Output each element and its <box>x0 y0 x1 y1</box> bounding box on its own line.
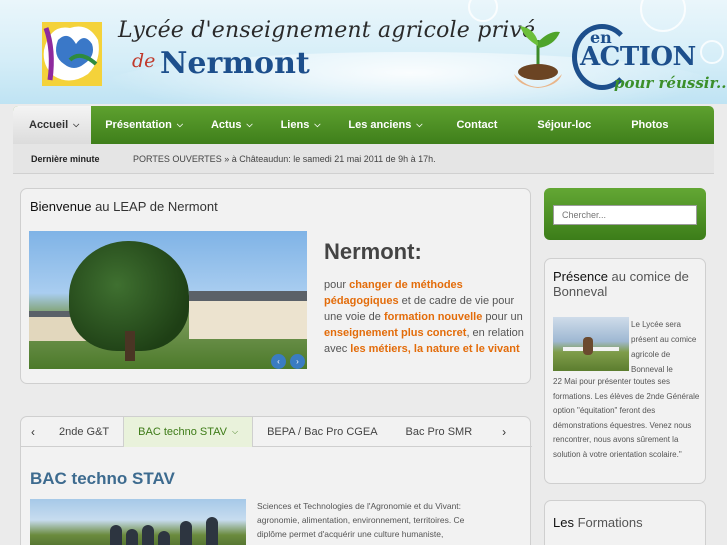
slide-prev-button[interactable]: ‹ <box>271 354 286 369</box>
welcome-panel: Bienvenue au LEAP de Nermont ‹ › Nermont… <box>20 188 531 384</box>
horse <box>583 337 593 355</box>
site-title-de: de <box>132 50 156 72</box>
students-photo <box>30 499 246 545</box>
formations-panel: Les Formations <box>544 500 706 545</box>
person <box>126 529 138 545</box>
chevron-down-icon: ⌵ <box>232 426 239 436</box>
person <box>142 525 154 545</box>
news-ticker: Dernière minute PORTES OUVERTES » à Chât… <box>13 144 714 174</box>
comice-photo <box>553 317 629 371</box>
site-header: Lycée d'enseignement agricole privé de N… <box>0 0 727 104</box>
nav-item-sejour-loc[interactable]: Séjour-loc <box>517 106 611 144</box>
slogan-pour-reussir: pour réussir... <box>614 74 727 92</box>
nav-item-photos[interactable]: Photos <box>611 106 688 144</box>
nav-item-les-anciens[interactable]: Les anciens ⌵ <box>334 106 436 144</box>
formations-title-strong: Les <box>553 515 574 530</box>
slide-text: pour changer de méthodes pédagogiques et… <box>324 277 534 357</box>
formations-tabs-panel: ‹ 2nde G&T BAC techno STAV ⌵ BEPA / Bac P… <box>20 416 532 545</box>
text-part: pour <box>324 279 350 291</box>
school-logo[interactable] <box>40 20 104 88</box>
nav-item-accueil[interactable]: Accueil ⌵ <box>13 106 92 144</box>
chevron-down-icon: ⌵ <box>176 120 183 129</box>
site-title-name: Nermont <box>160 46 310 81</box>
chevron-down-icon: ⌵ <box>246 120 253 129</box>
news-text[interactable]: PORTES OUVERTES » à Châteaudun: le samed… <box>133 154 436 164</box>
search-box <box>544 188 706 240</box>
tab-bepa-bac-pro-cgea[interactable]: BEPA / Bac Pro CGEA <box>253 417 391 447</box>
tab-content-text: Sciences et Technologies de l'Agronomie … <box>257 501 465 539</box>
tab-bar: ‹ 2nde G&T BAC techno STAV ⌵ BEPA / Bac P… <box>21 416 532 447</box>
tabs-prev-button[interactable]: ‹ <box>21 425 45 439</box>
nav-item-actus[interactable]: Actus ⌵ <box>197 106 267 144</box>
building-right <box>189 291 307 339</box>
tab-2nde-gt[interactable]: 2nde G&T <box>45 417 123 447</box>
nav-label: Les anciens <box>348 119 412 131</box>
nav-label: Présentation <box>105 119 172 131</box>
nav-item-contact[interactable]: Contact <box>436 106 517 144</box>
en-action-slogan: en ACTION pour réussir... <box>572 24 727 98</box>
person <box>180 521 192 545</box>
nav-item-presentation[interactable]: Présentation ⌵ <box>91 106 197 144</box>
formations-title-rest: Formations <box>573 515 643 530</box>
main-nav: Accueil ⌵ Présentation ⌵ Actus ⌵ Liens ⌵ Les… <box>13 106 714 144</box>
welcome-title: Bienvenue au LEAP de Nermont <box>30 199 218 214</box>
nav-label: Photos <box>631 119 669 131</box>
tab-label: BAC techno STAV <box>138 425 227 438</box>
search-input[interactable] <box>553 205 697 225</box>
plant-in-hands-icon <box>514 26 562 88</box>
slide-next-button[interactable]: › <box>290 354 305 369</box>
chevron-down-icon: ⌵ <box>73 120 80 129</box>
tab-bac-pro-smr[interactable]: Bac Pro SMR <box>392 417 487 447</box>
site-title-line1: Lycée d'enseignement agricole privé <box>118 18 536 43</box>
news-label: Dernière minute <box>31 153 100 164</box>
person <box>158 531 170 545</box>
welcome-title-rest: au LEAP de Nermont <box>91 199 218 214</box>
person <box>110 525 122 545</box>
presence-title: Présence au comice de Bonneval <box>553 269 705 299</box>
presence-text-b: 22 Mai pour présenter toutes ses formati… <box>553 377 700 459</box>
slideshow-image[interactable]: ‹ › <box>29 231 307 369</box>
presence-panel: Présence au comice de Bonneval Le Lycée … <box>544 258 706 484</box>
nav-label: Accueil <box>29 119 69 131</box>
tabs-next-button[interactable]: › <box>492 425 516 439</box>
nav-label: Séjour-loc <box>537 119 592 131</box>
nav-label: Actus <box>210 119 242 131</box>
nav-item-liens[interactable]: Liens ⌵ <box>267 106 335 144</box>
slide-heading: Nermont: <box>324 239 422 264</box>
highlight-text: formation nouvelle <box>383 311 483 323</box>
highlight-text: les métiers, la nature et le vivant <box>350 343 520 355</box>
highlight-text: enseignement plus concret <box>324 327 467 339</box>
presence-text-a: Le Lycée sera présent au comice agricole… <box>631 320 697 374</box>
chevron-down-icon: ⌵ <box>314 120 321 129</box>
tab-content-title: BAC techno STAV <box>30 469 175 488</box>
tree-trunk <box>125 331 135 361</box>
slogan-action: ACTION <box>580 42 696 72</box>
presence-title-strong: Présence <box>553 269 608 284</box>
nav-label: Contact <box>456 119 498 131</box>
formations-title: Les Formations <box>553 515 643 530</box>
welcome-title-strong: Bienvenue <box>30 199 92 214</box>
chevron-down-icon: ⌵ <box>416 120 423 129</box>
tab-bac-techno-stav[interactable]: BAC techno STAV ⌵ <box>123 416 254 447</box>
text-part: pour un <box>482 311 523 323</box>
person <box>206 517 218 545</box>
nav-label: Liens <box>280 119 310 131</box>
